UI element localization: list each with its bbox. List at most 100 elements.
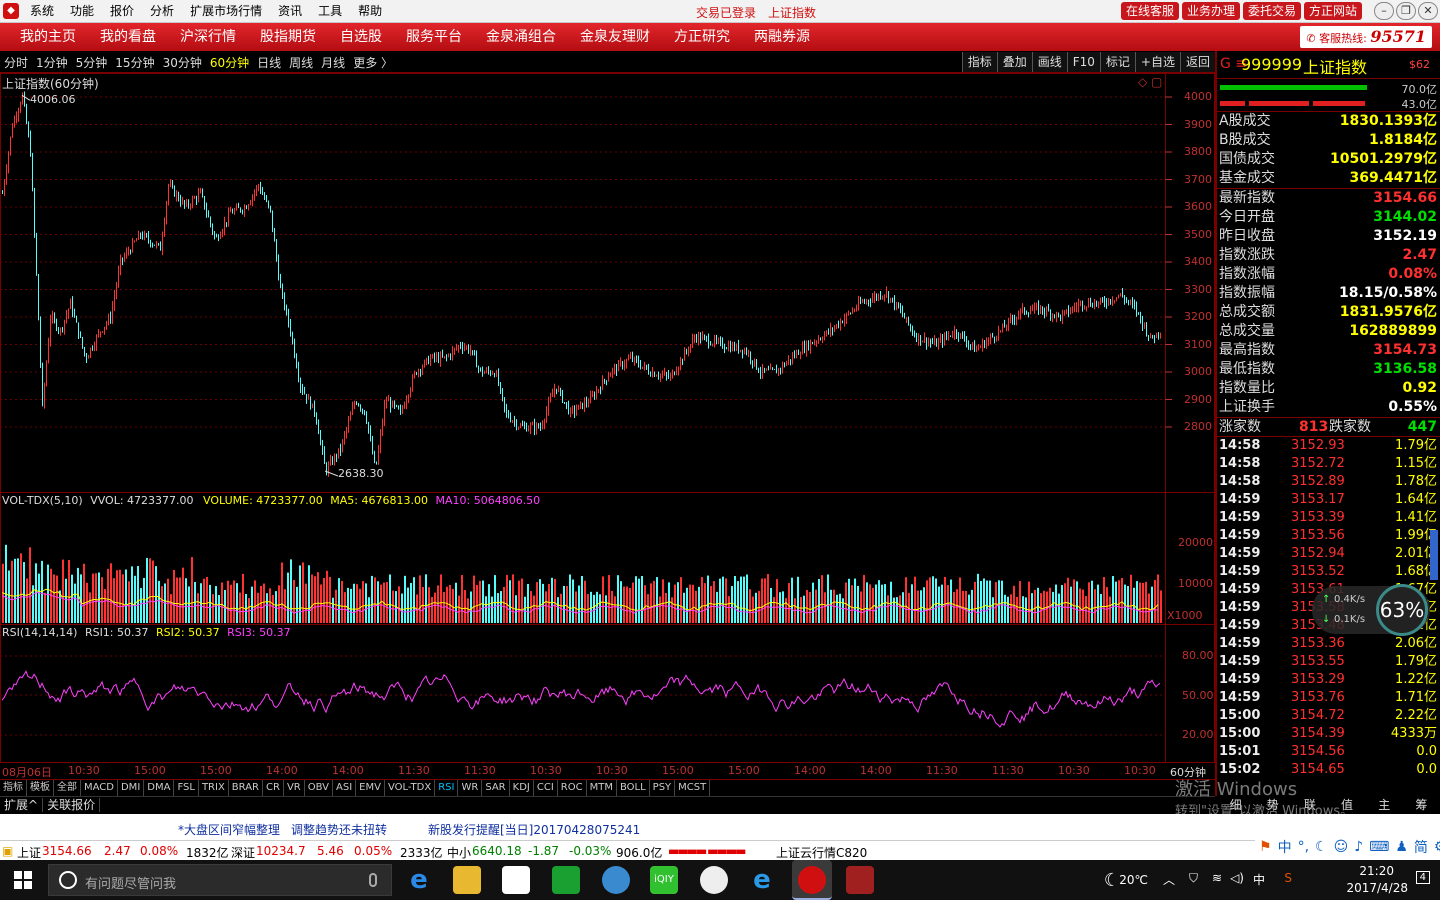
volume-icon[interactable]: ◁)	[1230, 871, 1244, 885]
period-15min[interactable]: 15分钟	[115, 54, 162, 71]
nav-watch[interactable]: 我的看盘	[88, 28, 168, 46]
nav-hs-market[interactable]: 沪深行情	[168, 28, 248, 46]
ime-emoji-icon[interactable]: ☺	[1334, 839, 1349, 855]
chart-options-icon[interactable]: ◇ ▢	[1138, 75, 1162, 89]
menu-tools[interactable]: 工具	[310, 3, 350, 20]
tool-overlay[interactable]: 叠加	[996, 52, 1032, 72]
indicator-tab[interactable]: WR	[458, 780, 483, 796]
indicator-tab[interactable]: TRIX	[199, 780, 229, 796]
indicator-tab[interactable]: VOL-TDX	[385, 780, 436, 796]
windows-start-icon[interactable]	[14, 871, 32, 889]
indicator-tab[interactable]: ASI	[333, 780, 357, 796]
cloud-quote[interactable]: 上证云行情C820	[776, 844, 867, 861]
restore-icon[interactable]: ❐	[1396, 2, 1416, 20]
indicator-tab[interactable]: 指标	[0, 780, 27, 796]
indicator-tab[interactable]: BRAR	[229, 780, 263, 796]
clock-time[interactable]: 21:20	[1359, 864, 1394, 878]
chart-area[interactable]: 上证指数(60分钟) ◇ ▢ 4006.06 2638.30 4000 3900 3…	[0, 73, 1215, 763]
indicator-tab[interactable]: RSI	[435, 780, 459, 796]
menu-help[interactable]: 帮助	[350, 3, 390, 20]
iqiyi-icon[interactable]: iQIY	[650, 866, 678, 894]
period-60min[interactable]: 60分钟	[210, 54, 257, 71]
panel-tab-chips[interactable]: 筹	[1415, 796, 1427, 814]
ime-indicator[interactable]: 中	[1253, 871, 1265, 888]
indicator-tab[interactable]: SAR	[482, 780, 510, 796]
nav-home[interactable]: 我的主页	[8, 28, 88, 46]
indicator-tab[interactable]: PSY	[650, 780, 676, 796]
minimize-icon[interactable]: –	[1374, 2, 1394, 20]
wifi-icon[interactable]: ≋	[1212, 871, 1222, 885]
kline-chart[interactable]	[0, 73, 1215, 763]
period-5min[interactable]: 5分钟	[76, 54, 116, 71]
online-service-button[interactable]: 在线客服	[1120, 2, 1179, 20]
ime-moon-icon[interactable]: ☾	[1315, 839, 1328, 855]
nav-research[interactable]: 方正研究	[662, 28, 742, 46]
nav-service[interactable]: 服务平台	[394, 28, 474, 46]
menu-quote[interactable]: 报价	[102, 3, 142, 20]
indicator-tab[interactable]: 模板	[27, 780, 54, 796]
tray-chevron-icon[interactable]: ︿	[1163, 871, 1175, 888]
tool-back[interactable]: 返回	[1179, 52, 1215, 72]
indicator-tab[interactable]: MTM	[587, 780, 617, 796]
tool-mark[interactable]: 标记	[1099, 52, 1135, 72]
news-item-1[interactable]: *大盘区间窄幅整理	[178, 821, 280, 838]
period-30min[interactable]: 30分钟	[163, 54, 210, 71]
edge-browser-icon[interactable]: e	[405, 866, 433, 894]
website-button[interactable]: 方正网站	[1303, 2, 1362, 20]
ime-keyboard-icon[interactable]: ⌨	[1369, 839, 1389, 855]
sh-name[interactable]: 上证	[17, 844, 41, 861]
taskbar-search[interactable]: 有问题尽管问我	[48, 864, 392, 896]
tool-draw[interactable]: 画线	[1031, 52, 1067, 72]
period-1min[interactable]: 1分钟	[36, 54, 76, 71]
ime-user-icon[interactable]: ♟	[1395, 839, 1408, 855]
tool-add-watch[interactable]: +自选	[1134, 52, 1180, 72]
ime-lang[interactable]: 中	[1278, 837, 1292, 857]
panel-tab-main[interactable]: 主	[1378, 796, 1390, 814]
business-button[interactable]: 业务办理	[1181, 2, 1240, 20]
period-more[interactable]: 更多 〉	[353, 54, 401, 71]
store-icon[interactable]	[502, 866, 530, 894]
trade-button[interactable]: 委托交易	[1242, 2, 1301, 20]
period-week[interactable]: 周线	[289, 54, 321, 71]
menu-analysis[interactable]: 分析	[142, 3, 182, 20]
menu-ext-market[interactable]: 扩展市场行情	[182, 3, 270, 20]
period-tick[interactable]: 分时	[4, 54, 36, 71]
ime-simplified[interactable]: 简	[1414, 837, 1428, 857]
indicator-tab[interactable]: OBV	[305, 780, 333, 796]
weather-moon-icon[interactable]: ☾	[1104, 870, 1120, 891]
browser-icon[interactable]	[602, 866, 630, 894]
indicator-tab[interactable]: 全部	[54, 780, 81, 796]
nav-margin[interactable]: 两融券源	[742, 28, 822, 46]
weather-temp[interactable]: 20℃	[1119, 873, 1148, 887]
indicator-tab[interactable]: EMV	[356, 780, 385, 796]
close-icon[interactable]: ✕	[1418, 2, 1438, 20]
nav-futures[interactable]: 股指期货	[248, 28, 328, 46]
indicator-tab[interactable]: DMA	[144, 780, 175, 796]
ime-settings-icon[interactable]: ⚙	[1434, 839, 1440, 855]
menu-function[interactable]: 功能	[62, 3, 102, 20]
ime-punct-icon[interactable]: °,	[1298, 839, 1309, 855]
period-day[interactable]: 日线	[257, 54, 289, 71]
chrome-icon[interactable]	[700, 866, 728, 894]
indicator-tab[interactable]: VR	[284, 780, 305, 796]
file-explorer-icon[interactable]	[453, 866, 481, 894]
security-shield-icon[interactable]: ⛉	[1189, 871, 1198, 886]
network-speed-widget[interactable]: ↑ 0.4K/s ↓ 0.1K/s 63%	[1312, 584, 1430, 636]
tool-f10[interactable]: F10	[1066, 52, 1100, 72]
tool-indicator[interactable]: 指标	[961, 52, 997, 72]
indicator-tab[interactable]: MACD	[81, 780, 118, 796]
notification-count[interactable]: 4	[1415, 871, 1430, 884]
zx-name[interactable]: 中小	[447, 844, 471, 861]
gift-app-icon[interactable]	[846, 866, 874, 894]
nav-finance[interactable]: 金泉友理财	[568, 28, 662, 46]
news-item-2[interactable]: 调整趋势还未扭转	[291, 821, 387, 838]
indicator-tab[interactable]: FSL	[174, 780, 199, 796]
fangzheng-app-icon[interactable]	[792, 860, 832, 900]
ime-voice-icon[interactable]: ♪	[1354, 839, 1363, 855]
menu-info[interactable]: 资讯	[270, 3, 310, 20]
news-item-3[interactable]: 新股发行提醒[当日]20170428075241	[428, 821, 640, 838]
menu-system[interactable]: 系统	[22, 3, 62, 20]
sz-name[interactable]: 深证	[231, 844, 255, 861]
indicator-tab[interactable]: CCI	[534, 780, 558, 796]
indicator-tab[interactable]: DMI	[118, 780, 145, 796]
